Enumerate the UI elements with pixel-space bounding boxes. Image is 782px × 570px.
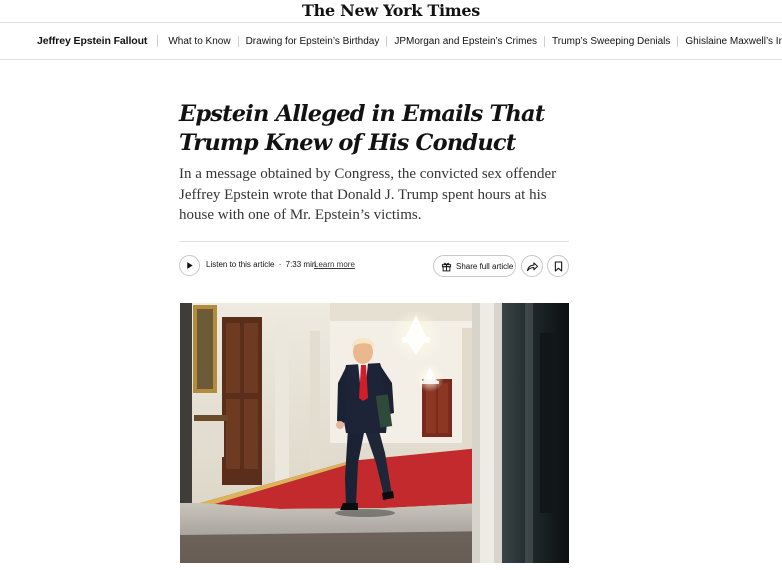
- listen-label: Listen to this article · 7:33 min: [206, 260, 316, 269]
- play-icon: [187, 262, 193, 269]
- audio-duration: 7:33 min: [285, 260, 317, 269]
- hero-photo[interactable]: [180, 303, 569, 563]
- nav-link-what-to-know[interactable]: What to Know: [168, 35, 239, 47]
- masthead: The New York Times: [0, 0, 782, 23]
- nav-section-title[interactable]: Jeffrey Epstein Fallout: [37, 35, 159, 47]
- gift-icon: [441, 261, 452, 272]
- nav-link-jpmorgan[interactable]: JPMorgan and Epstein’s Crimes: [394, 35, 545, 47]
- article-headline: Epstein Alleged in Emails That Trump Kne…: [179, 101, 545, 156]
- bookmark-icon: [554, 260, 562, 272]
- nav-link-maxwell-interview[interactable]: Ghislaine Maxwell’s Interview: [685, 36, 782, 47]
- share-full-label: Share full article: [456, 261, 514, 271]
- listen-text: Listen to this article: [206, 260, 275, 269]
- section-nav: Jeffrey Epstein Fallout What to Know Dra…: [0, 23, 782, 60]
- share-full-article-button[interactable]: Share full article: [433, 255, 516, 277]
- nav-link-birthday-drawing[interactable]: Drawing for Epstein’s Birthday: [246, 35, 388, 47]
- article-summary: In a message obtained by Congress, the c…: [179, 166, 557, 223]
- learn-more-link[interactable]: Learn more: [314, 260, 355, 269]
- nyt-logo[interactable]: The New York Times: [302, 1, 480, 21]
- share-arrow-icon: [526, 261, 538, 271]
- listen-separator: ·: [278, 260, 282, 269]
- nav-link-trump-denials[interactable]: Trump’s Sweeping Denials: [552, 35, 679, 47]
- save-button[interactable]: [547, 255, 569, 277]
- hero-photo-illustration: [180, 303, 569, 563]
- article-toolbar: Listen to this article · 7:33 min Learn …: [179, 255, 569, 277]
- divider: [179, 241, 569, 242]
- play-audio-button[interactable]: [179, 255, 200, 276]
- share-button[interactable]: [521, 255, 543, 277]
